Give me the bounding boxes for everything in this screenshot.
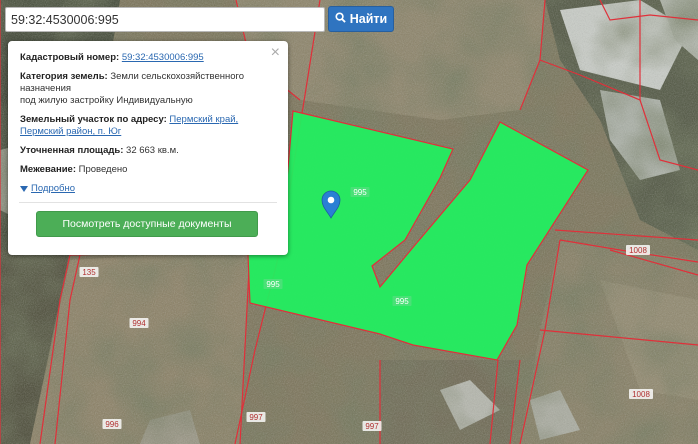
address-label: Земельный участок по адресу: xyxy=(20,114,167,125)
category-value-3: под жилую застройку Индивидуальную xyxy=(20,95,193,106)
parcel-label-1008: 1008 xyxy=(629,389,653,399)
area-row: Уточненная площадь: 32 663 кв.м. xyxy=(20,145,276,157)
more-details-label[interactable]: Подробно xyxy=(31,183,75,195)
cadastral-row: Кадастровый номер: 59:32:4530006:995 xyxy=(20,52,276,64)
parcel-label-text: 997 xyxy=(249,413,263,422)
parcel-label-997: 997 xyxy=(246,412,266,422)
divider xyxy=(19,202,277,203)
parcel-label-996: 996 xyxy=(102,419,122,429)
parcel-label-text: 995 xyxy=(266,280,280,289)
parcel-label-135: 135 xyxy=(79,267,99,277)
search-button[interactable]: Найти xyxy=(328,6,394,32)
address-row: Земельный участок по адресу: Пермский кр… xyxy=(20,114,276,138)
category-value-1: Земли сельскохозяйственного xyxy=(110,71,245,82)
category-row: Категория земель: Земли сельскохозяйстве… xyxy=(20,71,276,107)
category-label: Категория земель: xyxy=(20,71,108,82)
survey-label: Межевание: xyxy=(20,164,76,175)
parcel-label-text: 135 xyxy=(82,268,96,277)
parcel-label-text: 997 xyxy=(365,422,379,431)
parcel-label-text: 994 xyxy=(132,319,146,328)
address-link-1[interactable]: Пермский край, xyxy=(169,114,238,125)
magnifier-icon xyxy=(335,12,346,26)
address-link-2[interactable]: Пермский район, п. Юг xyxy=(20,126,121,137)
parcel-label-1008: 1008 xyxy=(626,245,650,255)
parcel-label-994: 994 xyxy=(129,318,149,328)
category-value-2: назначения xyxy=(20,83,72,94)
survey-row: Межевание: Проведено xyxy=(20,164,276,176)
parcel-label-995: 995 xyxy=(350,187,370,197)
close-icon[interactable]: × xyxy=(271,45,280,61)
parcel-label-text: 995 xyxy=(395,297,409,306)
cadastral-label: Кадастровый номер: xyxy=(20,52,120,63)
more-details-link[interactable]: Подробно xyxy=(20,183,276,195)
view-documents-label: Посмотреть доступные документы xyxy=(62,218,232,230)
parcel-label-997: 997 xyxy=(362,421,382,431)
parcel-label-text: 996 xyxy=(105,420,119,429)
survey-value: Проведено xyxy=(78,164,128,175)
parcel-label-text: 1008 xyxy=(632,390,650,399)
area-label: Уточненная площадь: xyxy=(20,145,124,156)
parcel-label-text: 1008 xyxy=(629,246,647,255)
view-documents-button[interactable]: Посмотреть доступные документы xyxy=(36,211,258,237)
cadastral-link[interactable]: 59:32:4530006:995 xyxy=(122,52,204,63)
search-input[interactable] xyxy=(5,7,325,32)
parcel-label-text: 995 xyxy=(353,188,367,197)
parcel-label-995: 995 xyxy=(392,296,412,306)
area-value: 32 663 кв.м. xyxy=(126,145,179,156)
search-button-label: Найти xyxy=(349,12,388,26)
parcel-info-popup: × Кадастровый номер: 59:32:4530006:995 К… xyxy=(8,41,288,255)
parcel-label-995: 995 xyxy=(263,279,283,289)
triangle-down-icon xyxy=(20,186,28,192)
